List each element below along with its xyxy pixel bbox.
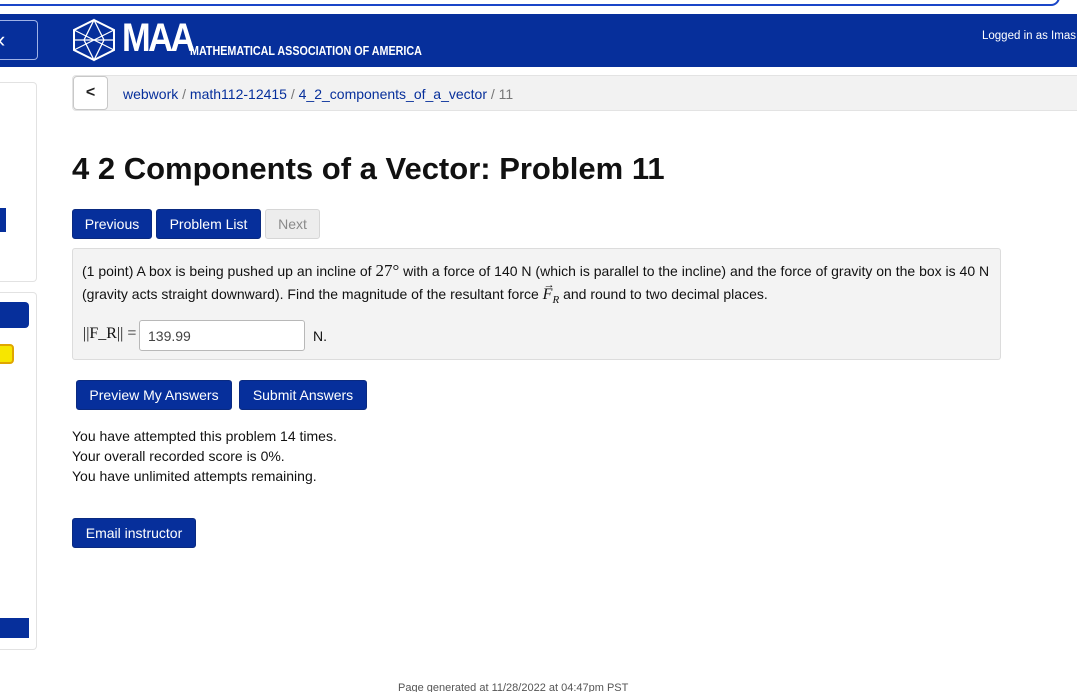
- answer-label: ||F_R|| =: [83, 325, 137, 342]
- problem-text: (1 point) A box is being pushed up an in…: [82, 259, 994, 312]
- problem-box: (1 point) A box is being pushed up an in…: [72, 248, 1001, 360]
- attempt-status: You have attempted this problem 14 times…: [72, 426, 337, 486]
- email-instructor-button[interactable]: Email instructor: [72, 518, 196, 548]
- score-text: Your overall recorded score is 0%.: [72, 448, 285, 464]
- sidebar-bottom-button[interactable]: [0, 618, 29, 638]
- sidebar: [0, 82, 37, 650]
- breadcrumb-set[interactable]: 4_2_components_of_a_vector: [299, 86, 487, 102]
- maa-wordmark[interactable]: MAA: [122, 16, 195, 61]
- next-button: Next: [265, 209, 320, 239]
- org-name: MATHEMATICAL ASSOCIATION OF AMERICA: [190, 44, 422, 58]
- problem-angle: 27°: [375, 261, 400, 280]
- page-title: 4 2 Components of a Vector: Problem 11: [72, 151, 665, 186]
- breadcrumb-webwork[interactable]: webwork: [123, 86, 178, 102]
- problem-list-button[interactable]: Problem List: [156, 209, 261, 239]
- attempts-text: You have attempted this problem 14 times…: [72, 428, 337, 444]
- breadcrumb-links: webwork / math112-12415 / 4_2_components…: [123, 86, 513, 102]
- maa-logo-icon: [73, 18, 115, 62]
- breadcrumb: < webwork / math112-12415 / 4_2_componen…: [72, 75, 1077, 111]
- sidebar-active-marker[interactable]: [0, 208, 6, 232]
- previous-button[interactable]: Previous: [72, 209, 152, 239]
- breadcrumb-separator: /: [490, 86, 495, 102]
- sidebar-active-item[interactable]: [0, 302, 29, 328]
- site-header: ‹ MAA MATHEMATICAL ASSOCIATION OF AMERIC…: [0, 14, 1077, 67]
- answer-input[interactable]: [139, 320, 305, 351]
- problem-text-3: and round to two decimal places.: [563, 286, 768, 302]
- address-bar-outline: [0, 0, 1060, 6]
- page-footer: Page generated at 11/28/2022 at 04:47pm …: [398, 682, 629, 692]
- breadcrumb-course[interactable]: math112-12415: [190, 86, 287, 102]
- submit-answers-button[interactable]: Submit Answers: [239, 380, 367, 410]
- problem-points: (1 point): [82, 263, 134, 279]
- sidebar-highlight-badge[interactable]: [0, 344, 14, 364]
- answer-unit: N.: [313, 328, 327, 344]
- vector-symbol: → FR: [542, 279, 560, 307]
- chevron-left-icon[interactable]: <: [73, 76, 108, 110]
- breadcrumb-separator: /: [290, 86, 295, 102]
- remaining-text: You have unlimited attempts remaining.: [72, 468, 317, 484]
- problem-text-1: A box is being pushed up an incline of: [136, 263, 372, 279]
- sidebar-panel-top: [0, 82, 37, 282]
- browser-top-strip: [0, 0, 1077, 14]
- breadcrumb-current: 11: [498, 86, 514, 102]
- login-status: Logged in as Imas: [982, 30, 1076, 42]
- breadcrumb-separator: /: [182, 86, 187, 102]
- preview-answers-button[interactable]: Preview My Answers: [76, 380, 232, 410]
- sidebar-toggle-button[interactable]: ‹: [0, 20, 38, 60]
